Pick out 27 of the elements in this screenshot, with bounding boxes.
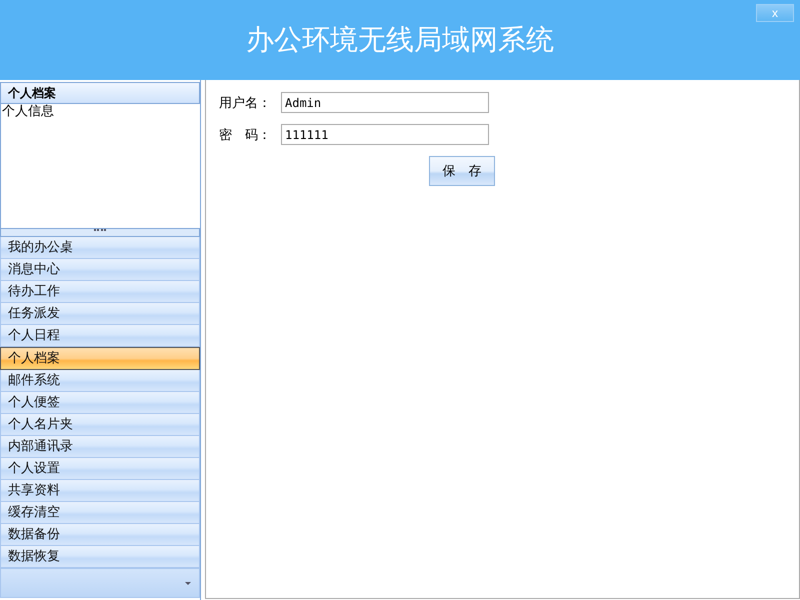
nav-item[interactable]: 我的办公桌 xyxy=(0,237,200,259)
grip-icon xyxy=(94,229,106,233)
field-label: 密 码： xyxy=(219,126,272,144)
nav-item[interactable]: 待办工作 xyxy=(0,281,200,303)
input-field[interactable]: 111111 xyxy=(281,124,489,145)
nav-item[interactable]: 缓存清空 xyxy=(0,502,200,524)
nav-item[interactable]: 数据备份 xyxy=(0,524,200,546)
save-button[interactable]: 保 存 xyxy=(429,156,495,186)
nav-item[interactable]: 个人名片夹 xyxy=(0,414,200,436)
input-field[interactable]: Admin xyxy=(281,92,489,113)
caret-icon xyxy=(185,582,191,585)
nav-item[interactable]: 个人日程 xyxy=(0,325,200,347)
nav-item[interactable]: 个人便签 xyxy=(0,392,200,414)
nav-item[interactable]: 消息中心 xyxy=(0,259,200,281)
nav-item[interactable]: 个人设置 xyxy=(0,458,200,480)
field-label: 用户名： xyxy=(219,94,272,112)
tree-item[interactable]: 个人信息 xyxy=(1,104,54,119)
nav-item[interactable]: 个人档案 xyxy=(0,347,200,370)
nav-item[interactable]: 任务派发 xyxy=(0,303,200,325)
nav-item[interactable]: 数据恢复 xyxy=(0,546,200,568)
overflow-bar[interactable] xyxy=(0,568,200,598)
nav-item[interactable]: 共享资料 xyxy=(0,480,200,502)
nav-item[interactable]: 内部通讯录 xyxy=(0,436,200,458)
nav-item[interactable]: 邮件系统 xyxy=(0,370,200,392)
splitter-handle[interactable] xyxy=(0,228,200,237)
panel-header: 个人档案 xyxy=(0,82,200,104)
window-title: 办公环境无线局域网系统 xyxy=(246,22,554,58)
